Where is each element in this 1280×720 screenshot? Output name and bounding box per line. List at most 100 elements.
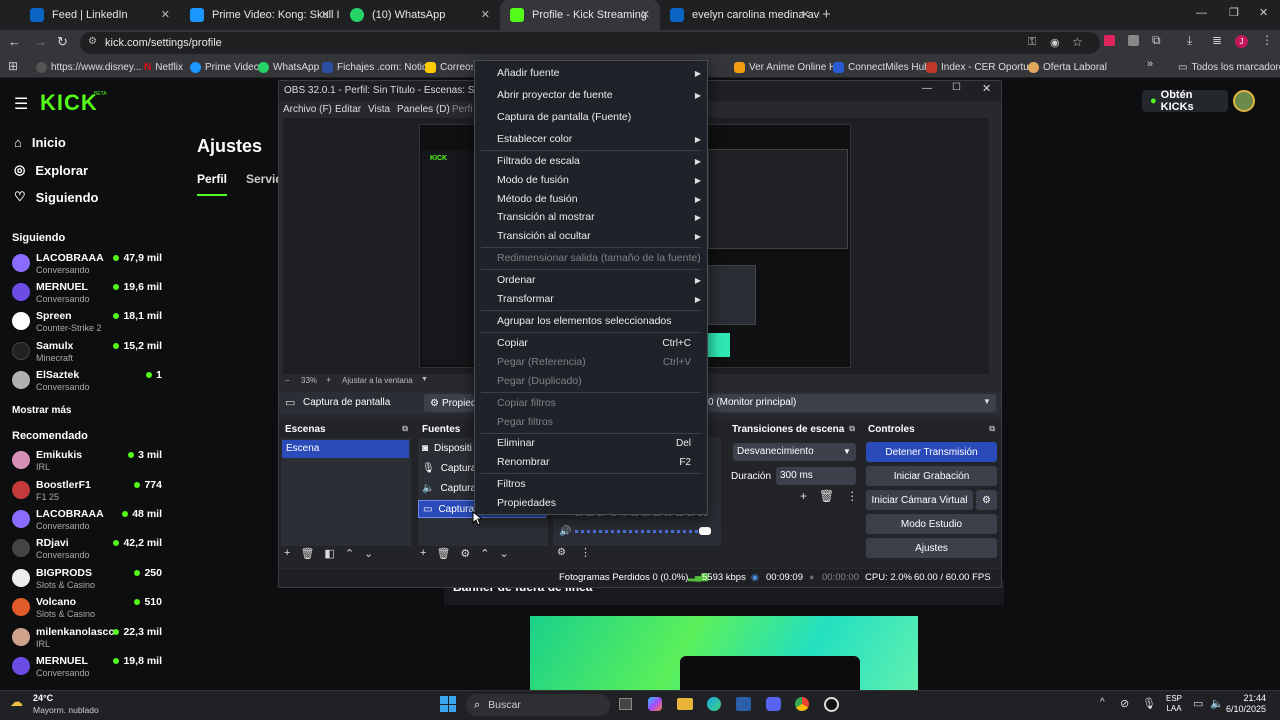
source-item[interactable]: ◙ Dispositi: [422, 443, 472, 454]
back-icon[interactable]: ←: [8, 34, 21, 49]
arrow-up-icon[interactable]: ⌃: [345, 547, 354, 560]
close-icon[interactable]: ✕: [801, 8, 810, 21]
menu-icon[interactable]: ⋮: [1261, 33, 1273, 47]
close-icon[interactable]: ✕: [641, 8, 650, 21]
chevron-down-icon[interactable]: ▼: [983, 397, 991, 406]
menu-open-projector[interactable]: Abrir proyector de fuente ▶: [475, 86, 707, 104]
weather-icon[interactable]: ☁: [10, 694, 23, 710]
bookmark-prime[interactable]: Prime Video: [190, 56, 259, 78]
trash-icon[interactable]: 🗑: [300, 547, 314, 560]
obs-minimize-icon[interactable]: —: [922, 83, 932, 94]
zoom-out-icon[interactable]: −: [285, 376, 290, 385]
recommended-item[interactable]: LACOBRAAA Conversando 48 mil: [12, 508, 162, 538]
copilot-icon[interactable]: [648, 697, 662, 711]
settings-button[interactable]: Ajustes: [866, 538, 997, 558]
tab-prime-video[interactable]: Prime Video: Kong: Skull Island✕: [180, 0, 340, 30]
stop-stream-button[interactable]: Detener Transmisión: [866, 442, 997, 462]
volume-slider[interactable]: [575, 530, 705, 533]
bookmark-cer[interactable]: Index - CER Oportu...: [926, 56, 1037, 78]
task-view-icon[interactable]: [619, 698, 632, 710]
add-icon[interactable]: +: [800, 489, 807, 503]
user-avatar[interactable]: [1233, 90, 1255, 112]
add-icon[interactable]: +: [284, 547, 290, 560]
chevron-right-icon[interactable]: »: [1147, 58, 1153, 70]
duration-input[interactable]: 300 ms: [776, 467, 856, 485]
reload-icon[interactable]: ↻: [57, 34, 68, 50]
puzzle-icon[interactable]: ⧉: [1152, 33, 1161, 48]
tab-linkedin[interactable]: Feed | LinkedIn ✕: [20, 0, 180, 30]
arrow-down-icon[interactable]: ⌄: [500, 547, 509, 560]
close-icon[interactable]: ✕: [161, 8, 170, 21]
bookmark-fichajes[interactable]: Fichajes .com: Notic...: [322, 56, 435, 78]
tab-whatsapp[interactable]: (10) WhatsApp ✕: [340, 0, 500, 30]
obs-menu-archivo[interactable]: Archivo (F): [283, 104, 332, 115]
apps-icon[interactable]: ⊞: [8, 59, 18, 73]
nav-siguiendo[interactable]: ♡ Siguiendo: [14, 189, 99, 205]
trash-icon[interactable]: 🗑: [436, 547, 450, 560]
tab-kick[interactable]: Profile - Kick Streaming ✕: [500, 0, 660, 30]
properties-button[interactable]: ⚙ Propied: [424, 394, 476, 412]
new-tab-button[interactable]: +: [822, 6, 831, 23]
menu-source-name[interactable]: Captura de pantalla (Fuente): [475, 108, 707, 126]
arrow-up-icon[interactable]: ⌃: [480, 547, 489, 560]
menu-blend-method[interactable]: Método de fusión ▶: [475, 190, 707, 208]
get-kicks-button[interactable]: ● Obtén KICKs: [1142, 89, 1228, 113]
following-item[interactable]: ElSaztek Conversando 1: [12, 369, 162, 399]
undock-icon[interactable]: ⧉: [989, 424, 998, 434]
show-more-link[interactable]: Mostrar más: [12, 405, 71, 416]
microphone-icon[interactable]: 🎙: [1142, 697, 1156, 710]
recommended-item[interactable]: RDjavi Conversando 42,2 mil: [12, 537, 162, 567]
eye-off-icon[interactable]: ◉: [1050, 36, 1060, 49]
address-bar[interactable]: ⚙ kick.com/settings/profile ⚿ ◉ ☆: [80, 32, 1100, 54]
menu-set-color[interactable]: Establecer color ▶: [475, 130, 707, 148]
maximize-icon[interactable]: ❐: [1229, 6, 1239, 19]
gear-icon[interactable]: ⚙: [460, 547, 470, 560]
windows-start-icon[interactable]: [440, 696, 456, 712]
forward-icon[interactable]: →: [34, 34, 47, 49]
chrome-icon[interactable]: [795, 697, 809, 711]
hamburger-icon[interactable]: ☰: [14, 94, 28, 114]
menu-icon[interactable]: ⋮: [846, 489, 858, 503]
extension-icon[interactable]: [1104, 35, 1115, 46]
all-bookmarks[interactable]: ▭ Todos los marcadores: [1178, 56, 1280, 78]
menu-properties[interactable]: Propiedades: [475, 494, 707, 512]
bookmark-whatsapp[interactable]: WhatsApp: [258, 56, 319, 78]
clock[interactable]: 21:44 6/10/2025: [1226, 693, 1266, 715]
bookmark-disney[interactable]: https://www.disney...: [36, 56, 141, 78]
recommended-item[interactable]: milenkanolasco IRL 22,3 mil: [12, 626, 162, 656]
file-explorer-icon[interactable]: [677, 698, 693, 710]
bookmark-oferta[interactable]: Oferta Laboral: [1028, 56, 1107, 78]
obs-menu-perfil[interactable]: Perfil: [452, 104, 472, 115]
obs-icon[interactable]: [824, 697, 839, 712]
close-icon[interactable]: ✕: [321, 8, 330, 21]
menu-transform[interactable]: Transformar ▶: [475, 290, 707, 308]
volume-slider-handle[interactable]: [699, 527, 711, 535]
scene-item[interactable]: Escena: [282, 440, 409, 458]
profile-avatar[interactable]: J: [1235, 35, 1248, 48]
menu-blend-mode[interactable]: Modo de fusión ▶: [475, 171, 707, 189]
obs-maximize-icon[interactable]: ☐: [952, 82, 961, 93]
store-icon[interactable]: [736, 697, 751, 711]
monitor-icon[interactable]: ▭: [1193, 697, 1203, 710]
virtual-camera-button[interactable]: Iniciar Cámara Virtual: [866, 490, 973, 510]
minimize-icon[interactable]: —: [1196, 7, 1207, 19]
bookmark-netflix[interactable]: N Netflix: [144, 56, 183, 78]
virtual-camera-settings-icon[interactable]: ⚙: [976, 490, 997, 510]
discord-icon[interactable]: [766, 697, 781, 711]
sidepanel-icon[interactable]: ≣: [1212, 33, 1222, 47]
edge-icon[interactable]: [707, 697, 721, 711]
recommended-item[interactable]: MERNUEL Conversando 19,8 mil: [12, 655, 162, 685]
following-item[interactable]: Samulx Minecraft 15,2 mil: [12, 340, 162, 370]
menu-scale-filter[interactable]: Filtrado de escala ▶: [475, 152, 707, 170]
zoom-in-icon[interactable]: +: [326, 375, 331, 385]
undock-icon[interactable]: ⧉: [402, 424, 411, 434]
nav-inicio[interactable]: ⌂ Inicio: [14, 135, 66, 150]
menu-hide-transition[interactable]: Transición al ocultar ▶: [475, 227, 707, 245]
transition-select[interactable]: Desvanecimiento: [733, 443, 856, 461]
site-info-icon[interactable]: ⚙: [88, 36, 97, 47]
nav-explorar[interactable]: ◎ Explorar: [14, 162, 88, 178]
speaker-icon[interactable]: 🔈: [1210, 697, 1224, 710]
start-recording-button[interactable]: Iniciar Grabación: [866, 466, 997, 486]
obs-menu-editar[interactable]: Editar: [335, 104, 361, 115]
recommended-item[interactable]: Emikukis IRL 3 mil: [12, 449, 162, 479]
